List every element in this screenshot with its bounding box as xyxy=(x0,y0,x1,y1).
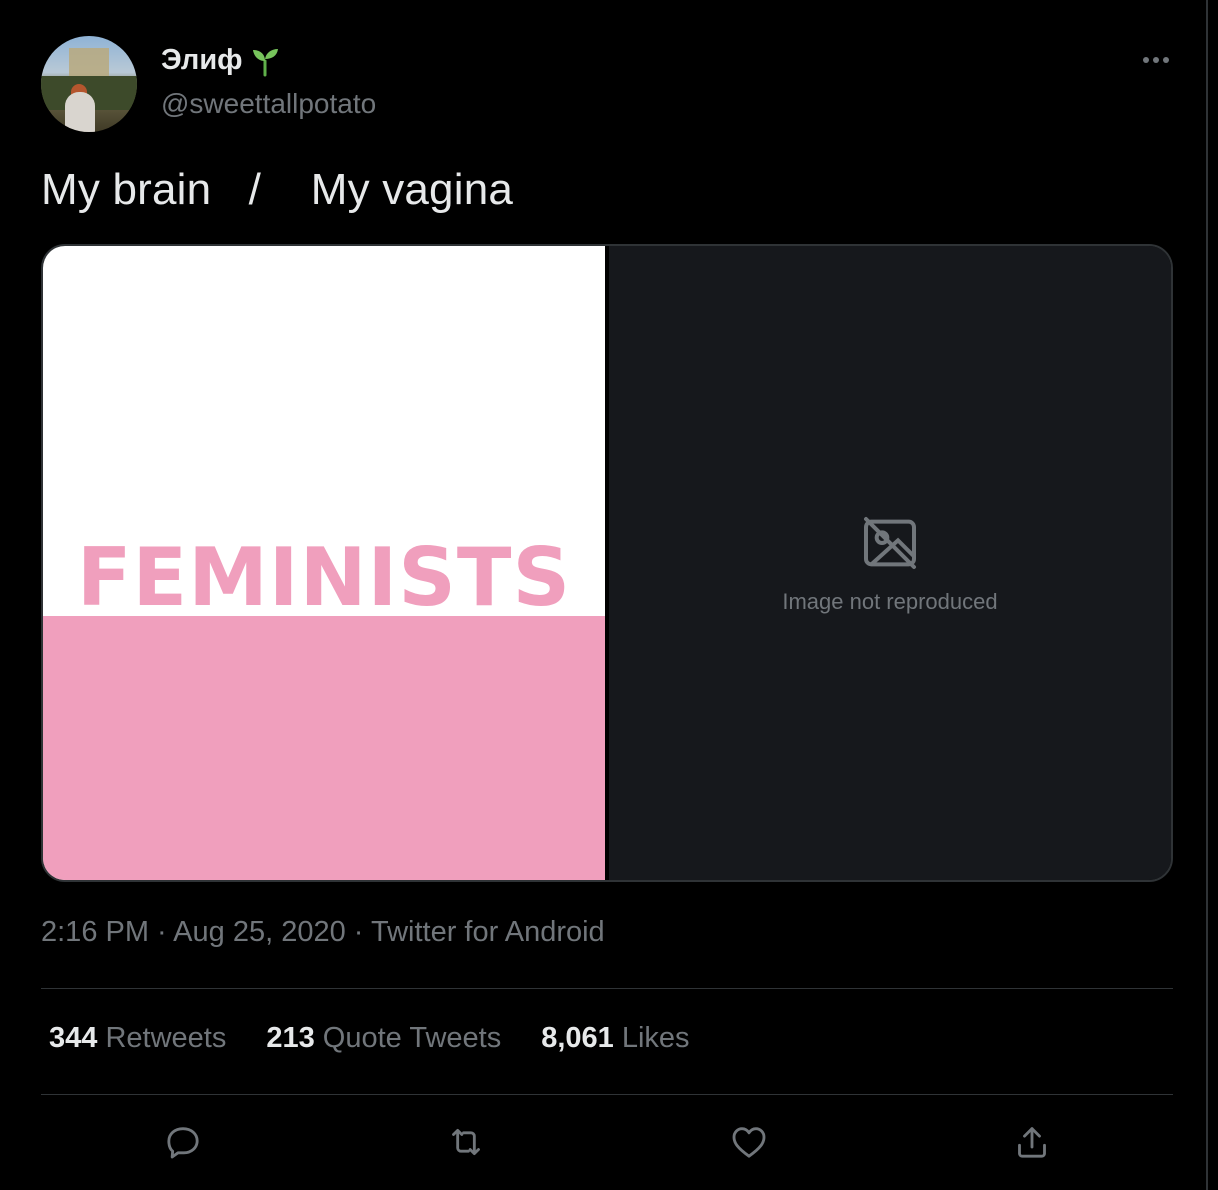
stat-retweets[interactable]: 344 Retweets xyxy=(49,1022,226,1055)
tweet-date[interactable]: Aug 25, 2020 xyxy=(173,916,346,948)
tweet-actions xyxy=(41,1112,1173,1172)
tweet-header: Элиф @sweettallpotato xyxy=(41,36,1176,132)
media-left-image[interactable]: FEMINISTS xyxy=(43,246,605,880)
divider-bottom xyxy=(41,1094,1173,1095)
tweet-source[interactable]: Twitter for Android xyxy=(371,916,605,948)
reply-icon xyxy=(166,1127,199,1159)
tweet-meta: 2:16 PM · Aug 25, 2020 · Twitter for And… xyxy=(41,916,605,949)
stat-label: Retweets xyxy=(105,1022,227,1054)
stat-number: 8,061 xyxy=(541,1022,614,1054)
tweet-media[interactable]: FEMINISTS Image not reproduced xyxy=(41,244,1173,882)
meta-separator: · xyxy=(149,916,174,948)
stat-quote-tweets[interactable]: 213 Quote Tweets xyxy=(266,1022,501,1055)
placeholder-text: Image not reproduced xyxy=(782,589,998,614)
more-icon[interactable] xyxy=(1136,48,1176,72)
media-right-placeholder[interactable]: Image not reproduced xyxy=(609,246,1171,880)
feminists-word: FEMINISTS xyxy=(76,538,572,616)
stat-label: Quote Tweets xyxy=(322,1022,502,1054)
meta-separator: · xyxy=(345,916,371,948)
stat-likes[interactable]: 8,061 Likes xyxy=(541,1022,689,1055)
share-button[interactable] xyxy=(1004,1114,1060,1170)
stat-number: 213 xyxy=(266,1022,315,1054)
like-button[interactable] xyxy=(721,1114,777,1170)
tweet-detail: Элиф @sweettallpotato My brain / My vagi… xyxy=(0,0,1208,1190)
stat-number: 344 xyxy=(49,1022,98,1054)
retweet-button[interactable] xyxy=(438,1114,494,1170)
image-hidden-icon xyxy=(864,517,916,569)
author-name[interactable]: Элиф xyxy=(161,44,243,77)
stat-label: Likes xyxy=(621,1022,690,1054)
divider-top xyxy=(41,988,1173,989)
pink-block xyxy=(43,616,605,880)
author-name-row[interactable]: Элиф xyxy=(161,44,281,77)
retweet-icon xyxy=(451,1128,480,1156)
tweet-time[interactable]: 2:16 PM xyxy=(41,916,149,948)
share-icon xyxy=(1017,1127,1046,1158)
like-icon xyxy=(732,1127,765,1158)
tweet-stats: 344 Retweets 213 Quote Tweets 8,061 Like… xyxy=(49,1022,690,1055)
avatar[interactable] xyxy=(41,36,137,132)
author-handle[interactable]: @sweettallpotato xyxy=(161,88,376,120)
tweet-text: My brain / My vagina xyxy=(41,165,514,214)
sprout-icon xyxy=(252,48,278,76)
reply-button[interactable] xyxy=(155,1114,211,1170)
